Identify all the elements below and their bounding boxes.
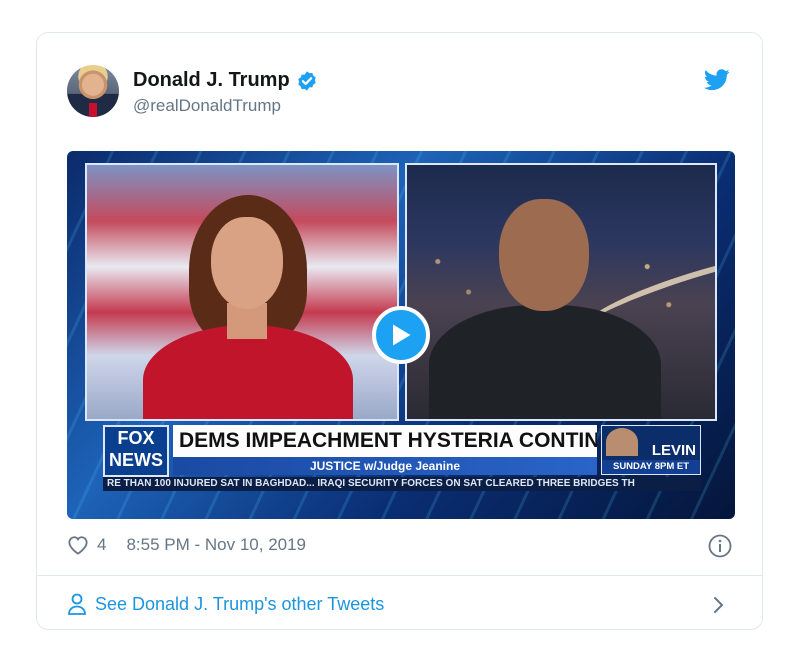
author-row: Donald J. Trump: [133, 69, 318, 92]
host-body: [143, 325, 353, 419]
network-logo: FOX NEWS: [103, 425, 169, 477]
play-button[interactable]: [372, 306, 430, 364]
network-logo-top: FOX: [117, 428, 155, 448]
host-face: [211, 217, 283, 309]
promo-photo: [606, 428, 638, 456]
avatar[interactable]: [67, 65, 119, 117]
play-icon: [393, 324, 411, 346]
video-left-panel: [85, 163, 399, 421]
guest-figure: [499, 199, 589, 311]
author-name[interactable]: Donald J. Trump: [133, 69, 290, 92]
verified-badge-icon: [297, 70, 316, 91]
show-name: JUSTICE w/Judge Jeanine: [173, 457, 597, 475]
video-player[interactable]: FOX NEWS DEMS IMPEACHMENT HYSTERIA CONTI…: [67, 151, 735, 519]
news-lower-third: FOX NEWS DEMS IMPEACHMENT HYSTERIA CONTI…: [103, 421, 701, 505]
network-logo-bottom: NEWS: [109, 450, 163, 470]
promo-box: LEVIN SUNDAY 8PM ET: [601, 425, 701, 475]
divider: [37, 575, 762, 576]
video-right-panel: [405, 163, 717, 421]
tweet-card: Donald J. Trump @realDonaldTrump FOX NEW…: [36, 32, 763, 630]
promo-name: LEVIN: [651, 442, 696, 459]
like-count: 4: [97, 535, 107, 554]
news-ticker: RE THAN 100 INJURED SAT IN BAGHDAD... IR…: [103, 477, 701, 491]
user-icon: [68, 593, 86, 615]
news-headline: DEMS IMPEACHMENT HYSTERIA CONTINUES: [173, 425, 597, 457]
promo-time: SUNDAY 8PM ET: [602, 460, 700, 474]
twitter-bird-icon[interactable]: [704, 69, 730, 91]
tweet-meta: 4 8:55 PM - Nov 10, 2019: [67, 535, 306, 555]
other-tweets-label: See Donald J. Trump's other Tweets: [95, 593, 385, 614]
heart-icon[interactable]: [67, 535, 89, 555]
guest-body: [429, 305, 661, 419]
author-handle[interactable]: @realDonaldTrump: [133, 96, 281, 116]
chevron-right-icon[interactable]: [712, 595, 726, 615]
info-icon[interactable]: [708, 534, 732, 558]
other-tweets-link[interactable]: See Donald J. Trump's other Tweets: [67, 593, 384, 615]
tweet-timestamp[interactable]: 8:55 PM - Nov 10, 2019: [126, 535, 306, 555]
